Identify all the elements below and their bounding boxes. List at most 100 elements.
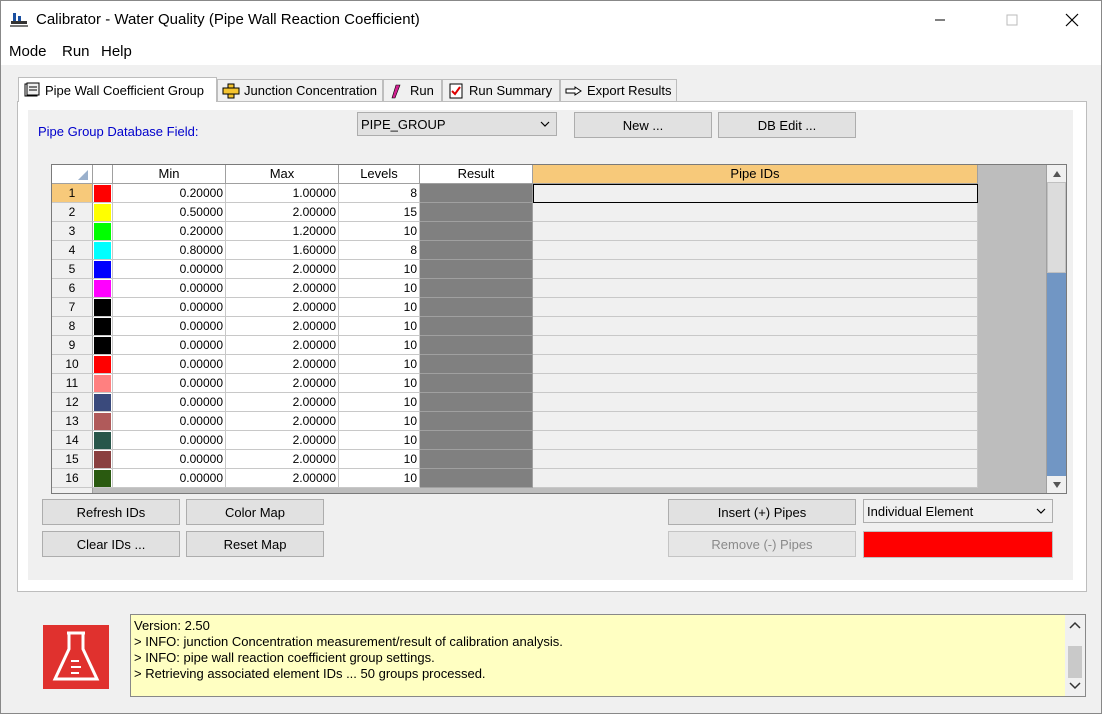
pipe-ids-cell[interactable] [533,260,978,279]
pipe-ids-cell[interactable] [533,412,978,431]
row-number[interactable]: 3 [52,222,93,241]
max-cell[interactable]: 1.60000 [226,241,339,260]
min-cell[interactable]: 0.20000 [113,222,226,241]
row-number[interactable]: 4 [52,241,93,260]
result-cell[interactable] [420,450,533,469]
max-cell[interactable]: 2.00000 [226,374,339,393]
min-cell[interactable]: 0.50000 [113,203,226,222]
levels-cell[interactable]: 10 [339,450,420,469]
result-cell[interactable] [420,203,533,222]
pipe-ids-cell[interactable] [533,355,978,374]
min-cell[interactable]: 0.00000 [113,431,226,450]
tab-pipe-wall-coefficient-group[interactable]: Pipe Wall Coefficient Group [18,77,217,102]
row-number[interactable]: 10 [52,355,93,374]
tab-junction-concentration[interactable]: Junction Concentration [217,79,383,101]
max-cell[interactable]: 2.00000 [226,393,339,412]
tab-export-results[interactable]: Export Results [560,79,677,101]
max-column-header[interactable]: Max [226,165,339,184]
db-edit-button[interactable]: DB Edit ... [718,112,856,138]
row-number[interactable]: 16 [52,469,93,488]
max-cell[interactable]: 2.00000 [226,317,339,336]
reset-map-button[interactable]: Reset Map [186,531,324,557]
pipe-group-field-select[interactable]: PIPE_GROUP [357,112,557,136]
levels-cell[interactable]: 10 [339,336,420,355]
row-color-swatch[interactable] [93,355,113,374]
levels-column-header[interactable]: Levels [339,165,420,184]
color-map-button[interactable]: Color Map [186,499,324,525]
levels-cell[interactable]: 10 [339,298,420,317]
levels-cell[interactable]: 8 [339,241,420,260]
min-cell[interactable]: 0.00000 [113,317,226,336]
row-color-swatch[interactable] [93,374,113,393]
min-cell[interactable]: 0.20000 [113,184,226,203]
pipe-ids-cell[interactable] [533,203,978,222]
row-number[interactable]: 12 [52,393,93,412]
row-number[interactable]: 6 [52,279,93,298]
pipe-ids-column-header[interactable]: Pipe IDs [533,165,978,184]
max-cell[interactable]: 2.00000 [226,412,339,431]
min-cell[interactable]: 0.00000 [113,469,226,488]
menu-mode[interactable]: Mode [9,43,47,60]
scroll-thumb[interactable] [1047,182,1066,273]
min-cell[interactable]: 0.80000 [113,241,226,260]
result-cell[interactable] [420,222,533,241]
row-number[interactable]: 13 [52,412,93,431]
max-cell[interactable]: 1.20000 [226,222,339,241]
levels-cell[interactable]: 15 [339,203,420,222]
levels-cell[interactable]: 10 [339,431,420,450]
pipe-ids-cell[interactable] [533,279,978,298]
refresh-ids-button[interactable]: Refresh IDs [42,499,180,525]
min-cell[interactable]: 0.00000 [113,355,226,374]
pipe-group-grid[interactable]: Min Max Levels Result Pipe IDs 1 0.20000 1… [51,164,1067,494]
max-cell[interactable]: 2.00000 [226,355,339,374]
row-number[interactable]: 5 [52,260,93,279]
min-cell[interactable]: 0.00000 [113,279,226,298]
result-cell[interactable] [420,317,533,336]
pipe-ids-cell[interactable] [533,374,978,393]
scroll-down-button[interactable] [1047,476,1066,493]
result-cell[interactable] [420,374,533,393]
row-color-swatch[interactable] [93,431,113,450]
result-cell[interactable] [420,355,533,374]
min-cell[interactable]: 0.00000 [113,412,226,431]
tab-run[interactable]: Run [383,79,442,101]
row-color-swatch[interactable] [93,393,113,412]
result-cell[interactable] [420,412,533,431]
close-button[interactable] [1049,5,1095,35]
grid-corner[interactable] [52,165,93,184]
levels-cell[interactable]: 10 [339,260,420,279]
result-cell[interactable] [420,260,533,279]
menu-help[interactable]: Help [101,43,132,60]
levels-cell[interactable]: 10 [339,412,420,431]
max-cell[interactable]: 2.00000 [226,203,339,222]
log-scroll-thumb[interactable] [1068,646,1082,678]
row-color-swatch[interactable] [93,184,113,203]
min-cell[interactable]: 0.00000 [113,374,226,393]
result-column-header[interactable]: Result [420,165,533,184]
pipe-ids-cell[interactable] [533,222,978,241]
row-color-swatch[interactable] [93,317,113,336]
min-cell[interactable]: 0.00000 [113,450,226,469]
row-number[interactable]: 11 [52,374,93,393]
max-cell[interactable]: 2.00000 [226,279,339,298]
max-cell[interactable]: 2.00000 [226,260,339,279]
remove-pipes-button[interactable]: Remove (-) Pipes [668,531,856,557]
row-number[interactable]: 1 [52,184,93,203]
row-color-swatch[interactable] [93,260,113,279]
result-cell[interactable] [420,469,533,488]
result-cell[interactable] [420,184,533,203]
maximize-button[interactable] [989,5,1035,35]
row-number[interactable]: 8 [52,317,93,336]
max-cell[interactable]: 2.00000 [226,469,339,488]
row-number[interactable]: 9 [52,336,93,355]
row-color-swatch[interactable] [93,450,113,469]
result-cell[interactable] [420,336,533,355]
pipe-ids-cell[interactable] [533,336,978,355]
pipe-ids-cell[interactable] [533,393,978,412]
levels-cell[interactable]: 10 [339,355,420,374]
grid-vertical-scrollbar[interactable] [1046,165,1066,493]
row-color-swatch[interactable] [93,279,113,298]
min-column-header[interactable]: Min [113,165,226,184]
levels-cell[interactable]: 10 [339,317,420,336]
row-color-swatch[interactable] [93,412,113,431]
